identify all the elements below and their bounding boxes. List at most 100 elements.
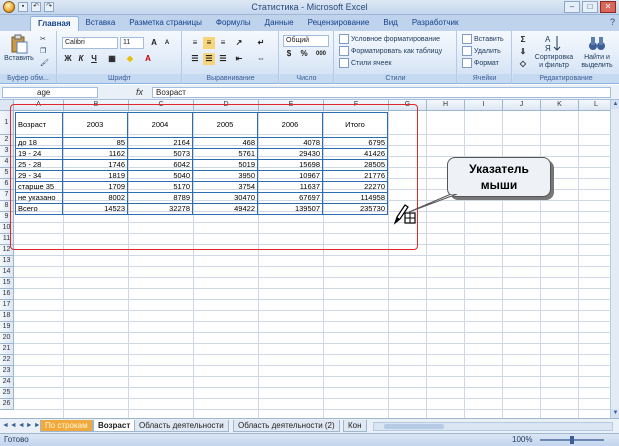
autosum-icon[interactable]: Σ [517,34,529,46]
italic-button[interactable]: К [75,53,87,65]
font-name-select[interactable]: Calibri [62,37,118,49]
align-center-icon[interactable]: ☰ [203,53,215,65]
row-header[interactable]: 18 [0,311,14,322]
sheet-tab[interactable]: Область деятельности [134,420,229,432]
paste-button[interactable]: Вставить [2,34,36,63]
scroll-down-icon[interactable]: ▼ [611,409,619,418]
horizontal-scrollbar[interactable] [373,422,613,431]
table-icon [339,46,349,56]
number-format-select[interactable]: Общий [283,35,329,47]
scroll-up-icon[interactable]: ▲ [611,100,619,109]
format-painter-icon[interactable]: 🖌 [40,59,49,67]
currency-icon[interactable]: $ [283,48,295,60]
align-top-icon[interactable]: ≡ [189,37,201,49]
row-header[interactable]: 20 [0,333,14,344]
borders-icon[interactable]: ▦ [106,53,118,65]
insert-cells-button[interactable]: Вставить [462,34,504,44]
merge-icon[interactable]: ⇔ [255,53,267,65]
ribbon-tab[interactable]: Главная [30,16,79,31]
row-gridline [14,365,610,366]
thousands-button[interactable]: 000 [313,48,329,60]
shrink-font-icon[interactable]: A [161,37,173,49]
row-header[interactable]: 17 [0,300,14,311]
row-header[interactable]: 26 [0,399,14,410]
vertical-scrollbar[interactable]: ▲ ▼ [610,100,619,418]
column-header[interactable]: I [465,100,503,111]
underline-button[interactable]: Ч [88,53,100,65]
clipboard-group: Вставить ✂ ❐ 🖌 Буфер обм... [0,31,57,84]
copy-icon[interactable]: ❐ [40,47,46,55]
cell-styles-button[interactable]: Стили ячеек [339,58,391,68]
row-header[interactable]: 19 [0,322,14,333]
align-right-icon[interactable]: ☰ [217,53,229,65]
bold-button[interactable]: Ж [62,53,74,65]
sheet-tab[interactable]: Область деятельности (2) [233,420,340,432]
indent-icon[interactable]: ⇤ [233,53,245,65]
ribbon-tab[interactable]: Формулы [209,16,258,31]
grow-font-icon[interactable]: A [148,37,160,49]
close-button[interactable]: ✕ [600,1,616,13]
row-header[interactable]: 23 [0,366,14,377]
fx-icon[interactable]: fx [136,87,143,97]
ribbon-tab[interactable]: Вид [376,16,404,31]
maximize-button[interactable]: □ [582,1,598,13]
align-left-icon[interactable]: ☰ [189,53,201,65]
wrap-text-icon[interactable]: ↵ [255,37,267,49]
sheet-tab[interactable]: Кон [343,420,367,432]
horizontal-scroll-thumb[interactable] [384,424,444,429]
row-header[interactable]: 15 [0,278,14,289]
status-bar: Готово 100% [0,433,619,446]
ribbon: Вставить ✂ ❐ 🖌 Буфер обм... Calibri 11 A… [0,31,619,84]
help-icon[interactable]: ? [610,17,615,27]
insert-cells-label: Вставить [474,35,504,43]
sheet-tab[interactable]: По строкам [40,420,93,432]
sort-filter-label: Сортировка и фильтр [534,54,574,69]
ribbon-tab[interactable]: Данные [258,16,301,31]
sort-filter-button[interactable]: А Я Сортировка и фильтр [533,33,575,70]
row-header[interactable]: 25 [0,388,14,399]
highlight-frame [10,104,418,250]
orientation-icon[interactable]: ↗ [233,37,245,49]
row-header[interactable]: 22 [0,355,14,366]
ribbon-tab[interactable]: Разработчик [405,16,466,31]
sheet-tab[interactable]: Возраст [93,420,136,432]
format-as-table-button[interactable]: Форматировать как таблицу [339,46,442,56]
format-cells-button[interactable]: Формат [462,58,499,68]
ribbon-tab[interactable]: Вставка [79,16,123,31]
font-color-icon[interactable]: A [142,53,154,65]
row-header[interactable]: 21 [0,344,14,355]
fill-icon[interactable]: ⇓ [517,46,529,58]
callout-line-2: мыши [480,178,518,192]
conditional-format-icon [339,34,349,44]
percent-button[interactable]: % [298,48,310,60]
zoom-level[interactable]: 100% [512,435,532,444]
find-select-button[interactable]: Найти и выделить [577,33,617,70]
font-size-select[interactable]: 11 [120,37,144,49]
column-header[interactable]: J [503,100,541,111]
align-bottom-icon[interactable]: ≡ [217,37,229,49]
row-header[interactable]: 24 [0,377,14,388]
clear-icon[interactable]: ◇ [517,58,529,70]
paste-icon [11,34,28,54]
row-header[interactable]: 16 [0,289,14,300]
zoom-slider-knob[interactable] [570,436,574,444]
align-middle-icon[interactable]: ≡ [203,37,215,49]
column-header[interactable]: H [427,100,465,111]
conditional-format-button[interactable]: Условное форматирование [339,34,440,44]
delete-cells-button[interactable]: Удалить [462,46,501,56]
fill-color-icon[interactable]: ◆ [124,53,136,65]
column-header[interactable]: K [541,100,579,111]
column-header[interactable]: L [579,100,614,111]
column-gridline [426,111,427,418]
name-box[interactable]: age [2,87,98,98]
format-cells-icon [462,58,472,68]
row-header[interactable]: 13 [0,256,14,267]
row-header[interactable]: 14 [0,267,14,278]
minimize-button[interactable]: – [564,1,580,13]
delete-cells-icon [462,46,472,56]
row-gridline [14,354,610,355]
formula-input[interactable]: Возраст [152,87,611,98]
cut-icon[interactable]: ✂ [40,35,46,43]
ribbon-tab[interactable]: Разметка страницы [122,16,209,31]
ribbon-tab[interactable]: Рецензирование [301,16,377,31]
